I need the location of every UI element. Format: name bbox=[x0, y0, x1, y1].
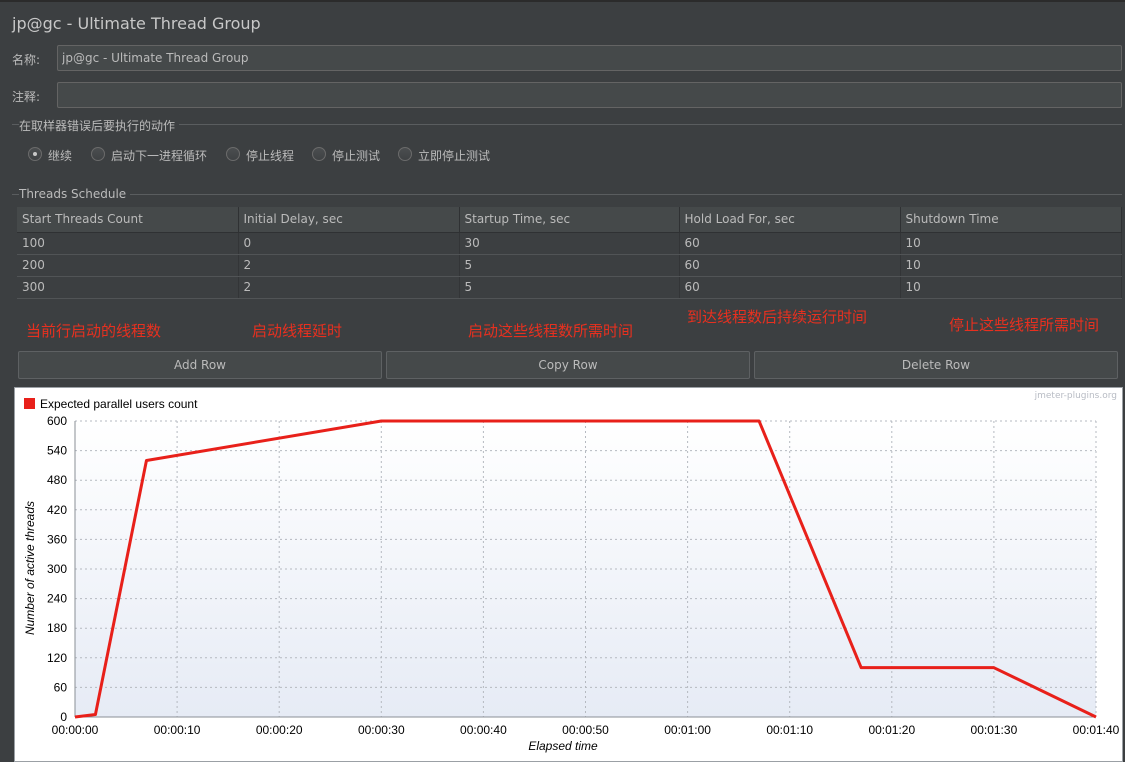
radio-label: 停止测试 bbox=[332, 149, 381, 163]
y-tick-label: 300 bbox=[47, 562, 67, 576]
x-tick-label: 00:00:00 bbox=[52, 723, 99, 737]
legend-swatch bbox=[24, 398, 35, 409]
add-row-button[interactable]: Add Row bbox=[18, 351, 382, 379]
column-header-hold-load[interactable]: Hold Load For, sec bbox=[679, 207, 901, 233]
table-cell[interactable]: 0 bbox=[238, 232, 460, 255]
table-cell[interactable]: 2 bbox=[238, 254, 460, 277]
x-tick-label: 00:00:50 bbox=[562, 723, 609, 737]
radio-unchecked-icon bbox=[226, 147, 240, 161]
legend-label: Expected parallel users count bbox=[40, 397, 198, 411]
table-cell[interactable]: 2 bbox=[238, 276, 460, 299]
x-tick-label: 00:00:40 bbox=[460, 723, 507, 737]
column-header-initial-delay[interactable]: Initial Delay, sec bbox=[238, 207, 460, 233]
annotation-shutdown-time: 停止这些线程所需时间 bbox=[949, 316, 1100, 334]
table-cell[interactable]: 100 bbox=[17, 232, 239, 255]
x-tick-label: 00:01:00 bbox=[664, 723, 711, 737]
x-tick-label: 00:00:30 bbox=[358, 723, 405, 737]
table-cell[interactable]: 60 bbox=[679, 232, 901, 255]
column-header-start-threads[interactable]: Start Threads Count bbox=[17, 207, 239, 233]
y-tick-label: 0 bbox=[60, 710, 67, 724]
radio-label: 停止线程 bbox=[246, 149, 295, 163]
comment-label: 注释: bbox=[12, 90, 41, 104]
annotation-initial-delay: 启动线程延时 bbox=[252, 322, 343, 340]
table-cell[interactable]: 60 bbox=[679, 254, 901, 277]
table-row[interactable]: 300 2 5 60 10 bbox=[17, 276, 1122, 299]
schedule-title: Threads Schedule bbox=[19, 187, 131, 201]
table-cell[interactable]: 300 bbox=[17, 276, 239, 299]
x-tick-label: 00:01:20 bbox=[868, 723, 915, 737]
y-tick-label: 540 bbox=[47, 444, 67, 458]
radio-unchecked-icon bbox=[91, 147, 105, 161]
x-tick-label: 00:00:10 bbox=[154, 723, 201, 737]
name-row: 名称: bbox=[0, 45, 1125, 71]
annotation-start-threads: 当前行启动的线程数 bbox=[26, 322, 162, 340]
table-cell[interactable]: 60 bbox=[679, 276, 901, 299]
column-header-startup-time[interactable]: Startup Time, sec bbox=[459, 207, 680, 233]
schedule-divider bbox=[12, 194, 1122, 195]
y-tick-label: 360 bbox=[47, 532, 67, 546]
threads-schedule-table: Start Threads Count Initial Delay, sec S… bbox=[17, 207, 1122, 299]
x-tick-label: 00:01:10 bbox=[766, 723, 813, 737]
y-tick-label: 420 bbox=[47, 503, 67, 517]
radio-unchecked-icon bbox=[312, 147, 326, 161]
y-tick-label: 120 bbox=[47, 651, 67, 665]
table-header-row: Start Threads Count Initial Delay, sec S… bbox=[17, 207, 1122, 233]
radio-unchecked-icon bbox=[398, 147, 412, 161]
annotation-startup-time: 启动这些线程数所需时间 bbox=[468, 322, 634, 340]
radio-label: 立即停止测试 bbox=[418, 149, 491, 163]
radio-label: 启动下一进程循环 bbox=[111, 149, 208, 163]
table-cell[interactable]: 5 bbox=[459, 276, 680, 299]
y-tick-label: 60 bbox=[54, 680, 68, 694]
error-action-title: 在取样器错误后要执行的动作 bbox=[19, 117, 180, 134]
comment-input[interactable] bbox=[57, 82, 1122, 108]
table-row[interactable]: 200 2 5 60 10 bbox=[17, 254, 1122, 277]
table-cell[interactable]: 10 bbox=[900, 276, 1122, 299]
y-axis-label: Number of active threads bbox=[23, 501, 37, 635]
name-label: 名称: bbox=[12, 53, 41, 67]
table-cell[interactable]: 200 bbox=[17, 254, 239, 277]
window-top-border bbox=[0, 0, 1125, 2]
table-cell[interactable]: 30 bbox=[459, 232, 680, 255]
copy-row-button[interactable]: Copy Row bbox=[386, 351, 750, 379]
legend: Expected parallel users count bbox=[24, 397, 198, 411]
threads-chart: 0 60 120 180 240 300 360 420 480 540 600 00:00:00 00… bbox=[14, 387, 1123, 762]
table-row[interactable]: 100 0 30 60 10 bbox=[17, 232, 1122, 255]
x-axis-label: Elapsed time bbox=[528, 739, 598, 753]
x-tick-label: 00:01:40 bbox=[1073, 723, 1120, 737]
comment-row: 注释: bbox=[0, 82, 1125, 108]
annotation-hold-load: 到达线程数后持续运行时间 bbox=[687, 308, 868, 326]
table-cell[interactable]: 5 bbox=[459, 254, 680, 277]
x-tick-label: 00:01:30 bbox=[971, 723, 1018, 737]
y-tick-label: 480 bbox=[47, 473, 67, 487]
watermark-text: jmeter-plugins.org bbox=[1034, 391, 1117, 401]
radio-checked-icon bbox=[28, 147, 42, 161]
page-title: jp@gc - Ultimate Thread Group bbox=[12, 14, 261, 33]
y-tick-label: 600 bbox=[47, 414, 67, 428]
table-cell[interactable]: 10 bbox=[900, 232, 1122, 255]
radio-label: 继续 bbox=[48, 149, 73, 163]
chart-canvas: 0 60 120 180 240 300 360 420 480 540 600 00:00:00 00… bbox=[23, 391, 1120, 753]
name-input[interactable] bbox=[57, 45, 1122, 71]
x-tick-label: 00:00:20 bbox=[256, 723, 303, 737]
delete-row-button[interactable]: Delete Row bbox=[754, 351, 1118, 379]
column-header-shutdown-time[interactable]: Shutdown Time bbox=[900, 207, 1122, 233]
table-cell[interactable]: 10 bbox=[900, 254, 1122, 277]
y-tick-label: 240 bbox=[47, 592, 67, 606]
y-tick-label: 180 bbox=[47, 621, 67, 635]
